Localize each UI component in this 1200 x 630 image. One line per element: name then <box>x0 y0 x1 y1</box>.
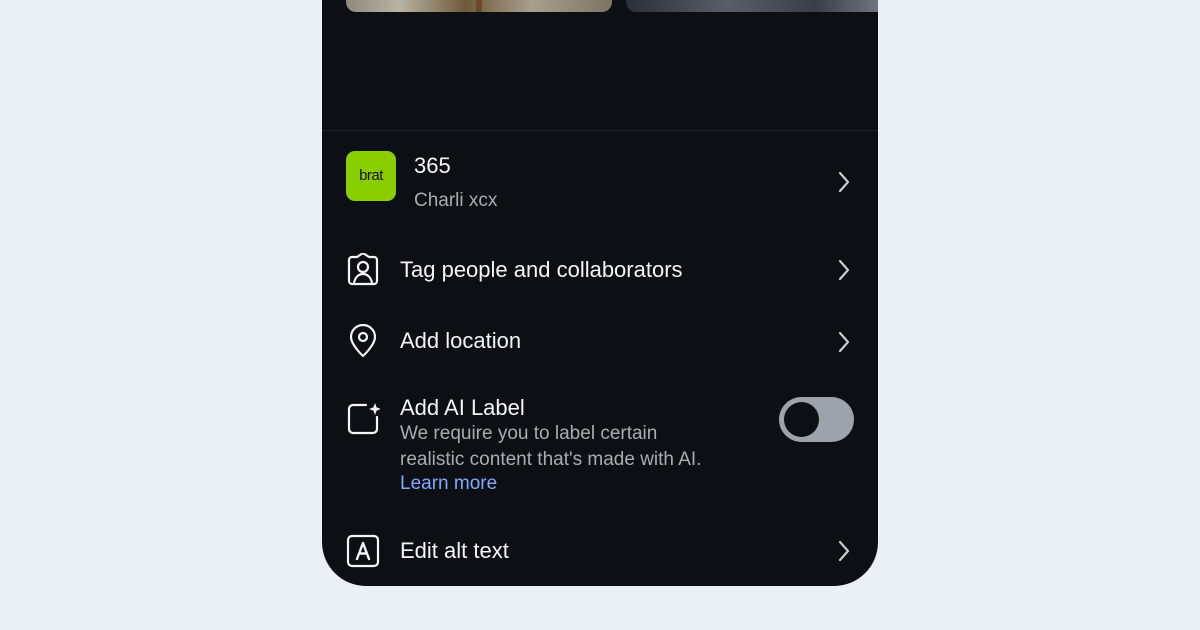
location-pin-icon <box>349 324 377 358</box>
album-art: brat <box>346 151 396 201</box>
media-thumbnail[interactable] <box>346 0 612 12</box>
toggle-knob <box>784 402 819 437</box>
ai-label-description: realistic content that's made with AI. <box>400 449 702 470</box>
divider <box>322 130 878 131</box>
edit-alt-text-row[interactable]: Edit alt text <box>322 520 878 580</box>
tag-people-label: Tag people and collaborators <box>400 257 683 282</box>
add-location-label: Add location <box>400 328 522 353</box>
artist-name: Charli xcx <box>414 190 498 211</box>
chevron-right-icon <box>838 540 850 562</box>
ai-label-description: We require you to label certain <box>400 423 658 444</box>
album-art-text: brat <box>359 167 383 184</box>
chevron-right-icon <box>838 331 850 353</box>
chevron-right-icon <box>838 171 850 193</box>
media-thumbnail[interactable] <box>626 0 878 12</box>
ai-label-toggle[interactable] <box>779 397 854 442</box>
alt-text-icon <box>346 534 380 568</box>
post-options-panel: brat 365 Charli xcx Tag people and colla… <box>322 0 878 586</box>
learn-more-link[interactable]: Learn more <box>400 472 497 496</box>
tag-people-icon <box>347 253 379 286</box>
music-row[interactable]: brat 365 Charli xcx <box>322 140 878 220</box>
song-title: 365 <box>414 153 451 178</box>
tag-people-row[interactable]: Tag people and collaborators <box>322 240 878 300</box>
ai-label-title: Add AI Label <box>400 395 525 420</box>
chevron-right-icon <box>838 259 850 281</box>
add-location-row[interactable]: Add location <box>322 311 878 371</box>
ai-label-icon <box>347 403 380 435</box>
edit-alt-text-label: Edit alt text <box>400 538 509 563</box>
